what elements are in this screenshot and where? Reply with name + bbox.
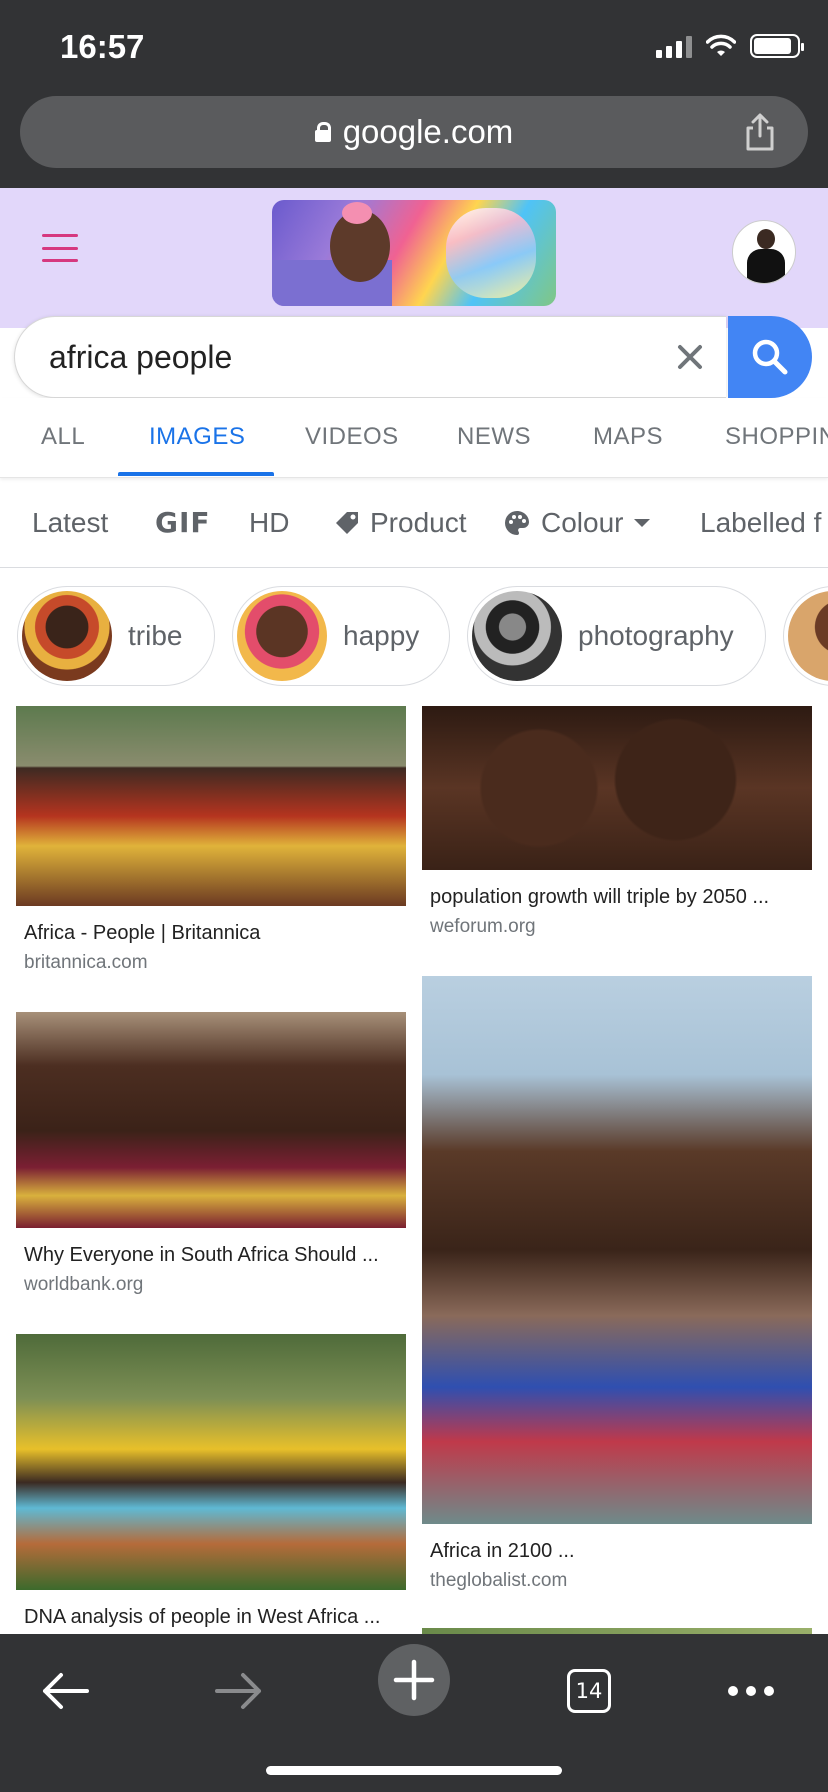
search-bar: africa people: [14, 316, 812, 398]
filter-colour[interactable]: Colour: [503, 478, 651, 567]
more-icon: [728, 1686, 774, 1696]
forward-icon: [215, 1673, 261, 1709]
tab-videos[interactable]: VIDEOS: [305, 398, 399, 477]
new-tab-button[interactable]: [378, 1644, 450, 1716]
result-source: worldbank.org: [24, 1274, 144, 1295]
filter-hd[interactable]: HD: [249, 478, 290, 567]
chip-thumb: [788, 591, 828, 681]
search-button[interactable]: [728, 316, 812, 398]
forward-button[interactable]: [204, 1656, 274, 1726]
filter-latest[interactable]: Latest: [32, 478, 109, 567]
result-title[interactable]: DNA analysis of people in West Africa ..…: [24, 1606, 400, 1629]
filter-hd-label: HD: [249, 507, 290, 538]
chip-tribe[interactable]: tribe: [17, 586, 215, 686]
result-image[interactable]: [16, 706, 406, 906]
filter-colour-label: Colour: [541, 507, 624, 538]
account-avatar[interactable]: [732, 220, 796, 284]
image-filters: Latest GIF HD Product Colour Labelled f: [0, 478, 828, 568]
tab-maps[interactable]: MAPS: [593, 398, 663, 477]
chevron-down-icon: [634, 519, 651, 527]
result-source: theglobalist.com: [430, 1570, 568, 1591]
result-image[interactable]: [16, 1334, 406, 1590]
plus-icon: [393, 1659, 435, 1701]
search-icon: [752, 339, 788, 375]
result-source: britannica.com: [24, 952, 148, 973]
wifi-icon: [706, 34, 736, 56]
address-bar[interactable]: google.com: [20, 96, 808, 168]
related-searches: tribe happy photography: [0, 586, 828, 686]
chip-label: photography: [578, 620, 734, 651]
palette-icon: [505, 511, 529, 535]
tab-all[interactable]: ALL: [41, 398, 85, 477]
url-text: google.com: [342, 113, 514, 150]
browser-bottom-toolbar: 14: [0, 1634, 828, 1792]
chip-thumb: [237, 591, 327, 681]
google-doodle[interactable]: [272, 200, 556, 306]
filter-product[interactable]: Product: [334, 478, 467, 567]
tab-count: 14: [567, 1669, 611, 1713]
home-indicator[interactable]: [266, 1766, 562, 1775]
share-icon[interactable]: [742, 112, 778, 152]
clear-icon[interactable]: [674, 341, 706, 373]
back-button[interactable]: [30, 1656, 100, 1726]
browser-top-bar: 16:57 google.com: [0, 0, 828, 188]
image-result[interactable]: Why Everyone in South Africa Should ... …: [16, 1012, 406, 1295]
result-title[interactable]: Why Everyone in South Africa Should ...: [24, 1244, 400, 1267]
filter-product-label: Product: [370, 507, 467, 538]
tab-news[interactable]: NEWS: [457, 398, 531, 477]
image-result[interactable]: Africa in 2100 ... theglobalist.com: [422, 976, 812, 1596]
result-source: weforum.org: [430, 916, 536, 937]
chip-thumb: [22, 591, 112, 681]
tab-shopping[interactable]: SHOPPIN: [725, 398, 828, 477]
chip-happy[interactable]: happy: [232, 586, 450, 686]
filter-labelled[interactable]: Labelled f: [700, 478, 822, 567]
back-icon: [43, 1673, 89, 1709]
search-input[interactable]: africa people: [14, 316, 726, 398]
image-result[interactable]: population growth will triple by 2050 ..…: [422, 706, 812, 946]
result-image[interactable]: [422, 706, 812, 870]
result-image[interactable]: [16, 1012, 406, 1228]
gif-icon: GIF: [155, 506, 211, 539]
tab-images[interactable]: IMAGES: [149, 398, 245, 477]
result-title[interactable]: Africa - People | Britannica: [24, 922, 400, 945]
image-result[interactable]: DNA analysis of people in West Africa ..…: [16, 1334, 406, 1634]
result-title[interactable]: population growth will triple by 2050 ..…: [430, 886, 806, 909]
more-button[interactable]: [716, 1656, 786, 1726]
filter-latest-label: Latest: [32, 507, 109, 538]
chip-label: tribe: [128, 620, 183, 651]
result-image[interactable]: [422, 976, 812, 1524]
battery-icon: [750, 34, 804, 58]
status-icons: [656, 34, 804, 58]
image-result[interactable]: Africa - People | Britannica britannica.…: [16, 706, 406, 976]
filter-labelled-label: Labelled f: [700, 507, 822, 538]
cellular-signal-icon: [656, 34, 692, 58]
lock-icon: [314, 122, 331, 142]
menu-icon[interactable]: [42, 234, 78, 262]
chip-photography[interactable]: photography: [467, 586, 766, 686]
search-tabs: ALL IMAGES VIDEOS NEWS MAPS SHOPPIN: [0, 398, 828, 478]
tag-icon: [336, 512, 358, 534]
chip-more[interactable]: [783, 586, 828, 686]
active-tab-indicator: [118, 472, 274, 476]
chip-label: happy: [343, 620, 420, 651]
status-time: 16:57: [60, 28, 145, 65]
tab-switcher-button[interactable]: 14: [554, 1656, 624, 1726]
google-header: [0, 188, 828, 328]
chip-thumb: [472, 591, 562, 681]
filter-gif[interactable]: GIF: [155, 478, 211, 567]
result-title[interactable]: Africa in 2100 ...: [430, 1540, 806, 1563]
